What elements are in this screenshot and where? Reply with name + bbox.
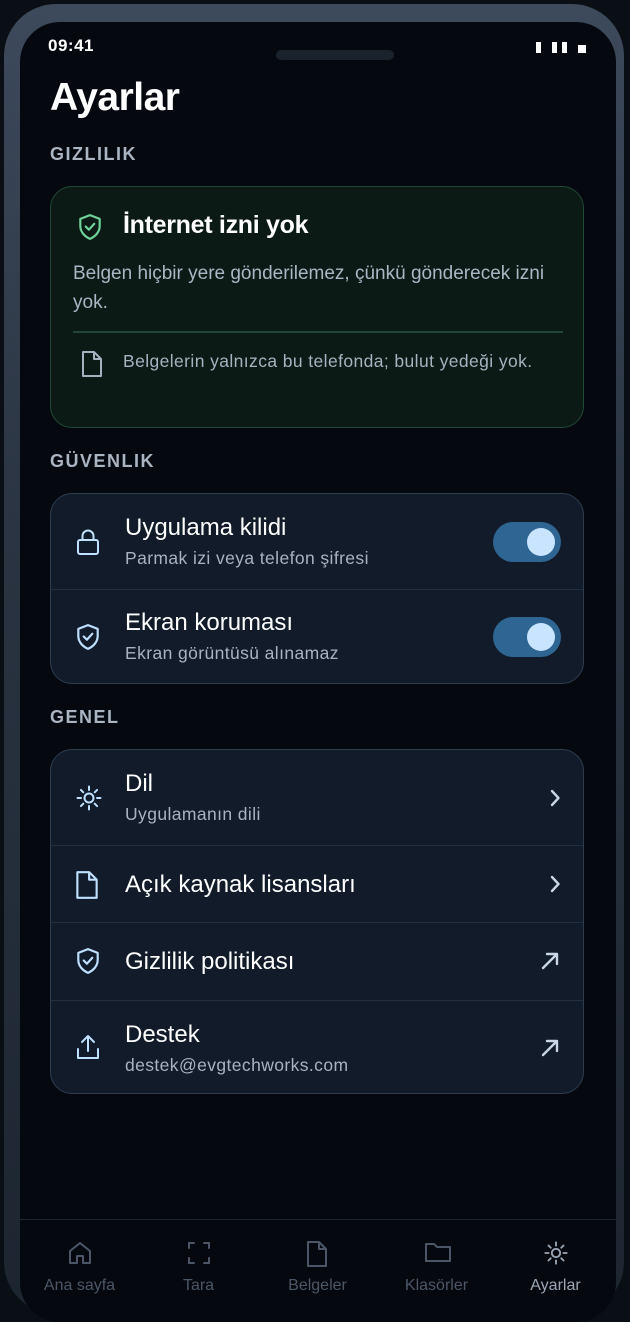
home-icon (67, 1240, 93, 1271)
setting-row-screen-protection[interactable]: Ekran koruması Ekran görüntüsü alınamaz (51, 590, 583, 683)
status-time: 09:41 (48, 36, 94, 55)
document-icon (305, 1240, 329, 1273)
signal-icon (536, 42, 541, 53)
scan-icon (186, 1240, 212, 1271)
toggle-knob (527, 623, 555, 651)
setting-row-app-lock[interactable]: Uygulama kilidi Parmak izi veya telefon … (51, 494, 583, 589)
tab-label: Klasörler (404, 1277, 469, 1294)
gear-icon (543, 1240, 569, 1271)
lock-icon (75, 528, 101, 561)
share-icon (75, 1033, 101, 1066)
privacy-card: İnternet izni yok Belgen hiçbir yere gön… (50, 186, 584, 428)
document-icon (75, 870, 99, 905)
screen-protection-toggle[interactable] (493, 617, 561, 657)
screen: 09:41 Ayarlar GIZLILIK İnternet izni yok… (20, 22, 616, 1322)
tab-documents[interactable]: Belgeler (258, 1220, 377, 1310)
page-title: Ayarlar (50, 76, 180, 119)
phone-frame: 09:41 Ayarlar GIZLILIK İnternet izni yok… (4, 4, 624, 1322)
folder-icon (424, 1240, 452, 1269)
wifi-icon (552, 42, 557, 53)
app-lock-toggle[interactable] (493, 522, 561, 562)
setting-row-privacy-policy[interactable]: Gizlilik politikası (51, 923, 583, 1000)
row-subtitle: Ekran görüntüsü alınamaz (125, 643, 339, 663)
document-icon (81, 350, 103, 383)
privacy-body: Belgen hiçbir yere gönderilemez, çünkü g… (73, 263, 545, 313)
row-title: Gizlilik politikası (125, 948, 295, 975)
tab-label: Ayarlar (530, 1277, 581, 1294)
wifi-icon-bar (562, 42, 567, 53)
toggle-knob (527, 528, 555, 556)
shield-check-icon (75, 947, 101, 980)
tab-label: Ana sayfa (43, 1277, 116, 1294)
shield-check-icon (77, 213, 103, 246)
external-arrow-icon (539, 950, 561, 977)
row-subtitle: Parmak izi veya telefon şifresi (125, 548, 369, 568)
section-label-general: GENEL (50, 707, 120, 727)
row-title: Ekran koruması (125, 609, 294, 636)
shield-check-icon (75, 623, 101, 656)
privacy-title: İnternet izni yok (123, 211, 309, 239)
row-title: Açık kaynak lisansları (125, 871, 356, 898)
battery-icon (578, 45, 586, 53)
chevron-right-icon (549, 788, 561, 813)
tab-home[interactable]: Ana sayfa (20, 1220, 139, 1310)
status-icons (536, 42, 586, 53)
tab-settings[interactable]: Ayarlar (496, 1220, 615, 1310)
section-label-security: GÜVENLIK (50, 451, 156, 471)
tab-folders[interactable]: Klasörler (377, 1220, 496, 1310)
tab-label: Belgeler (288, 1277, 347, 1294)
general-card: Dil Uygulamanın dili Açık kaynak lisansl… (50, 749, 584, 1094)
row-subtitle: Uygulamanın dili (125, 804, 261, 824)
sun-icon (75, 784, 103, 817)
tab-label: Tara (182, 1277, 215, 1294)
chevron-right-icon (549, 874, 561, 899)
privacy-note: Belgelerin yalnızca bu telefonda; bulut … (123, 351, 533, 371)
notch (276, 50, 394, 60)
tab-bar: Ana sayfa Tara Belgeler Klasörler Ayarla… (20, 1219, 616, 1322)
support-email[interactable]: destek@evgtechworks.com (125, 1055, 348, 1076)
row-title: Dil (125, 770, 153, 797)
security-card: Uygulama kilidi Parmak izi veya telefon … (50, 493, 584, 684)
divider (73, 331, 563, 333)
setting-row-support[interactable]: Destek destek@evgtechworks.com (51, 1001, 583, 1093)
section-label-privacy: GIZLILIK (50, 144, 137, 164)
external-arrow-icon (539, 1037, 561, 1064)
row-title: Uygulama kilidi (125, 514, 287, 541)
setting-row-language[interactable]: Dil Uygulamanın dili (51, 750, 583, 845)
setting-row-open-source-licenses[interactable]: Açık kaynak lisansları (51, 846, 583, 922)
tab-scan[interactable]: Tara (139, 1220, 258, 1310)
row-title: Destek (125, 1021, 200, 1048)
